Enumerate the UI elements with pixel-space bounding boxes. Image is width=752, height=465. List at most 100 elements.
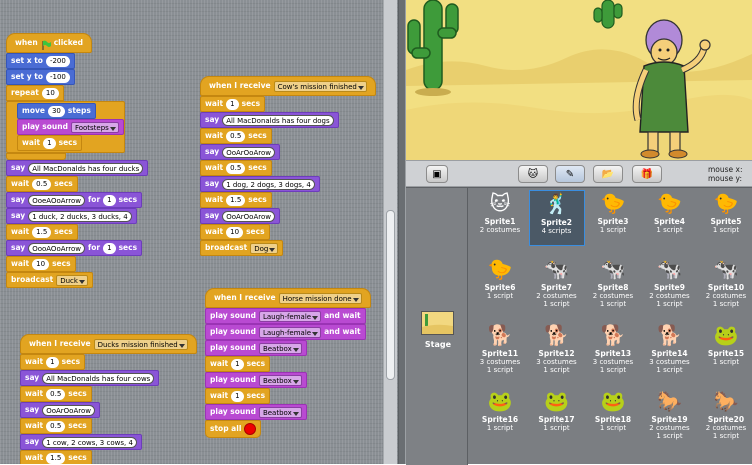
script-cow-mission[interactable]: when I receive Cow's mission finished wai…: [200, 76, 376, 256]
text-input[interactable]: 1 cow, 2 cows, 3 cows, 4: [42, 436, 137, 448]
text-input[interactable]: OoArOoArow: [222, 210, 275, 222]
number-input[interactable]: -100: [46, 71, 70, 83]
broadcast-dropdown[interactable]: Dog: [250, 242, 279, 254]
message-dropdown[interactable]: Cow's mission finished: [273, 80, 367, 92]
wait-block[interactable]: wait 1 secs: [205, 356, 271, 372]
sound-dropdown[interactable]: Beatbox: [258, 374, 302, 386]
wait-block[interactable]: wait 0.5 secs: [20, 418, 92, 434]
when-i-receive-block[interactable]: when I receive Ducks mission finished: [20, 334, 197, 354]
message-dropdown[interactable]: Horse mission done: [278, 292, 362, 304]
sprite-thumbnail[interactable]: 🐤 Sprite6 1 script: [472, 256, 528, 312]
play-sound-block[interactable]: play sound Footsteps: [17, 119, 124, 135]
number-input[interactable]: 1.5: [46, 452, 66, 464]
number-input[interactable]: 1: [103, 194, 116, 206]
number-input[interactable]: 10: [226, 226, 244, 238]
sprite-thumbnail[interactable]: 🐤 Sprite4 1 script: [642, 190, 698, 246]
play-sound-block[interactable]: play sound Beatbox: [205, 372, 307, 388]
sprite-thumbnail[interactable]: 🐕 Sprite12 3 costumes 1 script: [529, 322, 585, 378]
number-input[interactable]: -200: [45, 55, 70, 67]
say-block[interactable]: say All MacDonalds has four cows: [20, 370, 160, 386]
when-flag-clicked-block[interactable]: when clicked: [6, 33, 92, 53]
surprise-sprite-button[interactable]: 🎁: [632, 165, 662, 183]
play-sound-block[interactable]: play sound Beatbox: [205, 404, 307, 420]
sprite-thumbnail[interactable]: 🐤 Sprite5 1 script: [698, 190, 752, 246]
wait-block[interactable]: wait 1 secs: [205, 388, 271, 404]
sprite-thumbnail[interactable]: 🕺 Sprite2 4 scripts: [528, 190, 585, 246]
script-ducks-mission[interactable]: when I receive Ducks mission finished wai…: [20, 334, 197, 464]
number-input[interactable]: 30: [47, 105, 65, 117]
number-input[interactable]: 0.5: [32, 178, 52, 190]
open-sprite-folder-button[interactable]: 📂: [593, 165, 623, 183]
wait-block[interactable]: wait 1.5 secs: [6, 224, 78, 240]
move-block[interactable]: move 30 steps: [17, 103, 96, 119]
sound-dropdown[interactable]: Beatbox: [258, 342, 302, 354]
wait-block[interactable]: wait 1.5 secs: [20, 450, 92, 464]
choose-sprite-button[interactable]: ✎: [555, 165, 585, 183]
say-for-block[interactable]: say OoeAOoArrow for 1 secs: [6, 192, 143, 208]
repeat-block[interactable]: repeat 10: [6, 85, 64, 101]
sprite-thumbnail[interactable]: 🐕 Sprite11 3 costumes 1 script: [472, 322, 528, 378]
text-input[interactable]: All MacDonalds has four dogs: [222, 114, 334, 126]
scrollbar-thumb[interactable]: [386, 210, 395, 380]
say-block[interactable]: say OoArOoArow: [200, 144, 280, 160]
sprite-thumbnail[interactable]: 🐎 Sprite19 2 costumes 1 script: [642, 388, 698, 444]
text-input[interactable]: 1 dog, 2 dogs, 3 dogs, 4: [222, 178, 315, 190]
wait-block[interactable]: wait 1.5 secs: [200, 192, 272, 208]
text-input[interactable]: OoeAOoArrow: [28, 194, 86, 206]
sprite-thumbnail[interactable]: 🐸 Sprite17 1 script: [529, 388, 585, 444]
stage-thumbnail[interactable]: [421, 311, 454, 335]
number-input[interactable]: 0.5: [46, 388, 66, 400]
say-block[interactable]: say 1 duck, 2 ducks, 3 ducks, 4: [6, 208, 137, 224]
say-block[interactable]: say 1 dog, 2 dogs, 3 dogs, 4: [200, 176, 320, 192]
set-x-block[interactable]: set x to -200: [6, 53, 75, 69]
sprite-thumbnail[interactable]: 🐄 Sprite8 2 costumes 1 script: [585, 256, 641, 312]
sprite-thumbnail[interactable]: 🐸 Sprite15 1 script: [698, 322, 752, 378]
number-input[interactable]: 1: [46, 356, 59, 368]
scripts-area[interactable]: when clicked set x to -200 set y to -100 r…: [0, 0, 398, 464]
text-input[interactable]: 1 duck, 2 ducks, 3 ducks, 4: [28, 210, 132, 222]
sound-dropdown[interactable]: Footsteps: [70, 121, 119, 133]
number-input[interactable]: 1: [231, 358, 244, 370]
sprite-thumbnail[interactable]: 🐱 Sprite1 2 costumes: [472, 190, 528, 246]
wait-block[interactable]: wait 0.5 secs: [20, 386, 92, 402]
text-input[interactable]: OooAOoArrow: [28, 242, 85, 254]
stage-canvas[interactable]: [406, 0, 752, 160]
say-block[interactable]: say All MacDonalds has four ducks: [6, 160, 149, 176]
wait-block[interactable]: wait 1 secs: [200, 96, 266, 112]
broadcast-block[interactable]: broadcast Dog: [200, 240, 284, 256]
text-input[interactable]: All MacDonalds has four ducks: [28, 162, 144, 174]
wait-block[interactable]: wait 1 secs: [20, 354, 86, 370]
play-sound-wait-block[interactable]: play sound Laugh-female and wait: [205, 324, 366, 340]
stop-all-block[interactable]: stop all: [205, 420, 262, 438]
number-input[interactable]: 10: [41, 87, 59, 99]
when-i-receive-block[interactable]: when I receive Horse mission done: [205, 288, 371, 308]
scripts-scrollbar[interactable]: [383, 0, 397, 464]
number-input[interactable]: 1.5: [226, 194, 246, 206]
text-input[interactable]: OoArOoArow: [222, 146, 275, 158]
play-sound-wait-block[interactable]: play sound Laugh-female and wait: [205, 308, 366, 324]
sprite-thumbnail[interactable]: 🐕 Sprite13 3 costumes 1 script: [585, 322, 641, 378]
say-block[interactable]: say OoArOoArow: [200, 208, 280, 224]
sound-dropdown[interactable]: Beatbox: [258, 406, 302, 418]
number-input[interactable]: 10: [32, 258, 50, 270]
sound-dropdown[interactable]: Laugh-female: [258, 310, 322, 322]
say-for-block[interactable]: say OooAOoArrow for 1 secs: [6, 240, 143, 256]
sprite-thumbnail[interactable]: 🐄 Sprite7 2 costumes 1 script: [529, 256, 585, 312]
wait-block[interactable]: wait 10 secs: [6, 256, 76, 272]
sprite-thumbnail[interactable]: 🐄 Sprite10 2 costumes 1 script: [698, 256, 752, 312]
wait-block[interactable]: wait 0.5 secs: [6, 176, 78, 192]
broadcast-dropdown[interactable]: Duck: [56, 274, 88, 286]
say-block[interactable]: say OoArOoArow: [20, 402, 100, 418]
number-input[interactable]: 1: [231, 390, 244, 402]
number-input[interactable]: 0.5: [46, 420, 66, 432]
say-block[interactable]: say All MacDonalds has four dogs: [200, 112, 339, 128]
sprite-thumbnail[interactable]: 🐎 Sprite20 2 costumes 1 script: [698, 388, 752, 444]
broadcast-block[interactable]: broadcast Duck: [6, 272, 93, 288]
wait-block[interactable]: wait 1 secs: [17, 135, 83, 151]
number-input[interactable]: 0.5: [226, 162, 246, 174]
wait-block[interactable]: wait 0.5 secs: [200, 160, 272, 176]
pane-divider[interactable]: [398, 0, 406, 464]
when-i-receive-block[interactable]: when I receive Cow's mission finished: [200, 76, 376, 96]
say-block[interactable]: say 1 cow, 2 cows, 3 cows, 4: [20, 434, 142, 450]
sprite-thumbnail[interactable]: 🐄 Sprite9 2 costumes 1 script: [642, 256, 698, 312]
